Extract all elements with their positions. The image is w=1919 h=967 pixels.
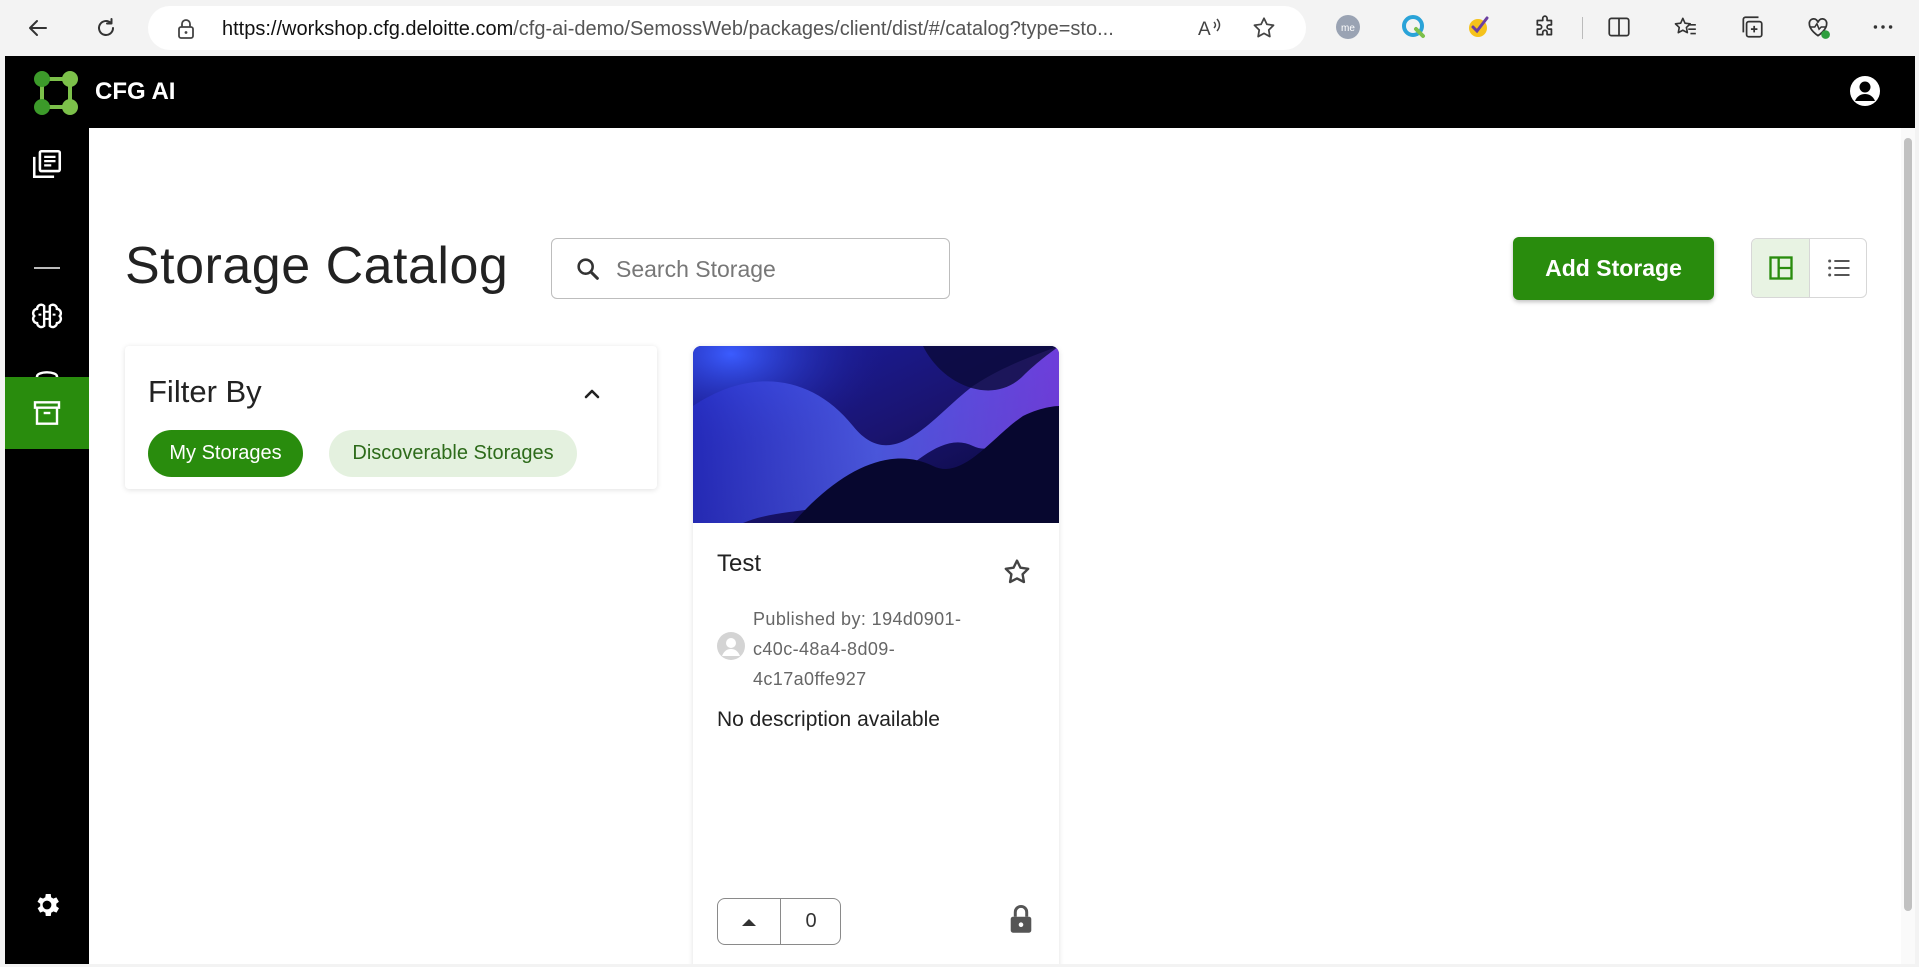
view-toggle (1751, 238, 1867, 298)
favorite-star-icon[interactable] (1251, 15, 1277, 46)
app-name[interactable]: CFG AI (95, 78, 175, 106)
sidebar-divider (34, 267, 60, 269)
vote-count: 0 (805, 910, 817, 932)
library-books-icon (32, 149, 62, 179)
filter-panel: Filter By My Storages Discoverable Stora… (125, 346, 657, 489)
card-publisher: Published by: 194d0901-c40c-48a4-8d09-4c… (753, 609, 962, 689)
dashboard-layout-icon (1768, 256, 1793, 280)
add-storage-button[interactable]: Add Storage (1513, 237, 1714, 300)
cfg-logo[interactable] (31, 68, 81, 118)
brain-icon (31, 303, 63, 329)
url-text[interactable]: https://workshop.cfg.deloitte.com/cfg-ai… (222, 18, 1222, 41)
storage-card[interactable]: Test Published by: 194d0901-c40c-48a4-8d… (693, 346, 1059, 964)
sidebar-item-models[interactable] (5, 280, 89, 352)
svg-text:A: A (1198, 19, 1211, 40)
q-extension-icon[interactable] (1399, 12, 1429, 42)
main-content: Storage Catalog Add Storage (89, 128, 1915, 964)
search-icon (574, 255, 602, 288)
account-icon[interactable] (1848, 74, 1882, 108)
me-extension-icon[interactable]: me (1333, 12, 1363, 42)
svg-text:me: me (1341, 23, 1355, 34)
check-extension-icon[interactable] (1464, 12, 1494, 42)
archive-icon (33, 401, 61, 425)
extensions-puzzle-icon[interactable] (1531, 12, 1561, 42)
card-description: No description available (717, 708, 940, 731)
vote-control: 0 (717, 898, 841, 945)
settings-gear-icon[interactable] (32, 890, 62, 925)
chip-discoverable-storages[interactable]: Discoverable Storages (329, 430, 577, 477)
search-box[interactable] (551, 238, 950, 299)
more-menu-icon[interactable] (1868, 12, 1898, 42)
browser-toolbar: https://workshop.cfg.deloitte.com/cfg-ai… (0, 0, 1919, 55)
read-aloud-icon[interactable]: A (1198, 16, 1226, 46)
app-header: CFG AI (5, 56, 1915, 128)
refresh-icon[interactable] (86, 8, 126, 48)
sidebar (5, 128, 89, 964)
grid-view-button[interactable] (1752, 239, 1810, 297)
collections-icon[interactable] (1737, 12, 1767, 42)
browser-essentials-icon[interactable] (1803, 12, 1833, 42)
filter-title: Filter By (148, 374, 262, 409)
toolbar-divider (1582, 17, 1583, 39)
lock-icon[interactable] (176, 18, 196, 45)
arrow-up-icon (742, 918, 756, 926)
address-bar[interactable]: https://workshop.cfg.deloitte.com/cfg-ai… (148, 6, 1306, 50)
publisher-avatar-icon (716, 631, 746, 666)
chevron-up-icon[interactable] (580, 382, 604, 411)
sidebar-item-documentation[interactable] (5, 128, 89, 200)
list-view-button[interactable] (1810, 239, 1866, 297)
url-path: /cfg-ai-demo/SemossWeb/packages/client/d… (513, 18, 1114, 40)
list-icon (1828, 259, 1850, 277)
vertical-scrollbar[interactable] (1901, 128, 1915, 964)
split-screen-icon[interactable] (1604, 12, 1634, 42)
card-cover-image (693, 346, 1059, 523)
sidebar-item-storage[interactable] (5, 377, 89, 449)
app-window: CFG AI Storage Catalog Search Storage Ad… (5, 56, 1915, 964)
chip-my-storages[interactable]: My Storages (148, 430, 303, 477)
url-host: https://workshop.cfg.deloitte.com (222, 18, 514, 40)
card-title[interactable]: Test (717, 550, 761, 578)
favorites-icon[interactable] (1670, 12, 1700, 42)
search-input[interactable] (616, 249, 936, 289)
page-title: Storage Catalog (125, 237, 509, 295)
star-outline-icon[interactable] (1001, 556, 1033, 593)
scrollbar-thumb[interactable] (1904, 138, 1912, 911)
lock-icon (1007, 903, 1035, 940)
back-icon[interactable] (18, 8, 58, 48)
upvote-button[interactable] (718, 899, 781, 944)
